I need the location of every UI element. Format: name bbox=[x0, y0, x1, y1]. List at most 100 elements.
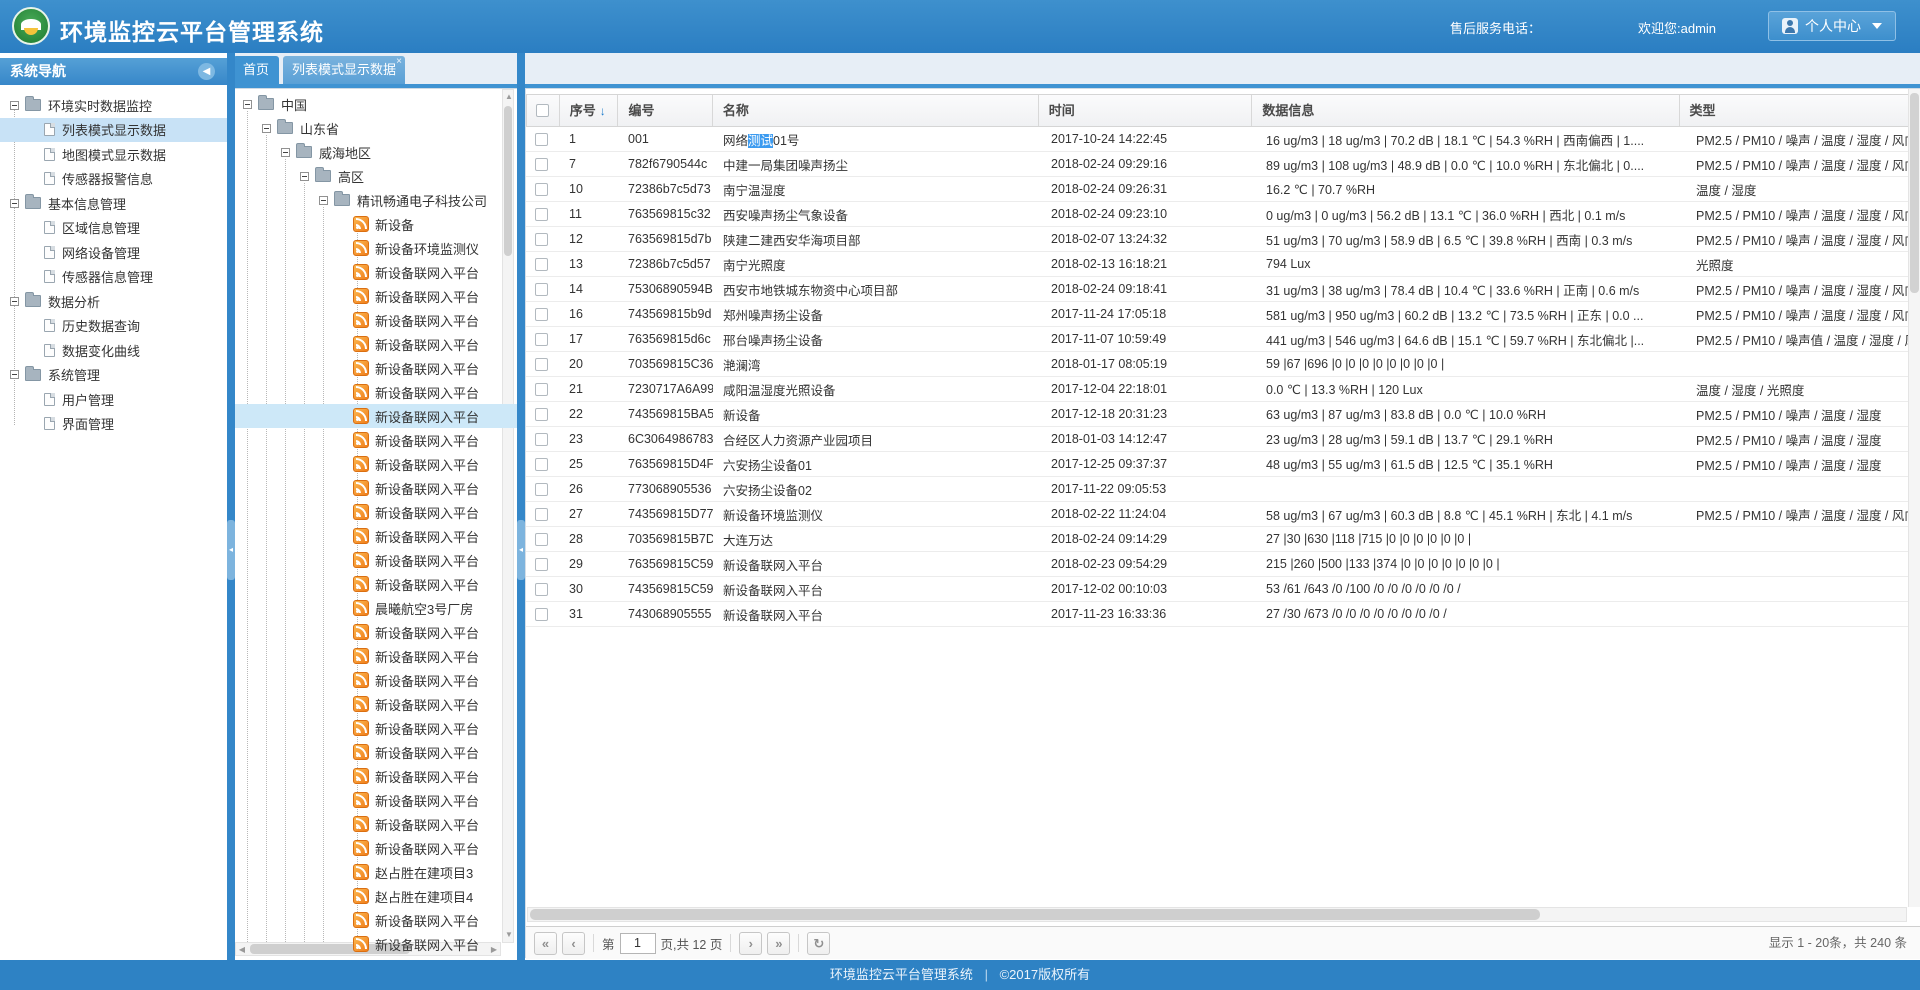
tree-device-item[interactable]: 赵占胜在建项目3 bbox=[235, 860, 517, 884]
sidebar-item-1-2[interactable]: 传感器信息管理 bbox=[0, 265, 227, 290]
select-all-checkbox[interactable] bbox=[536, 104, 549, 117]
page-number-input[interactable] bbox=[620, 933, 656, 954]
table-row[interactable]: 217230717A6A99咸阳温湿度光照设备2017-12-04 22:18:… bbox=[526, 377, 1914, 402]
row-checkbox[interactable] bbox=[535, 283, 548, 296]
sidebar-item-3-1[interactable]: 界面管理 bbox=[0, 412, 227, 437]
row-checkbox[interactable] bbox=[535, 133, 548, 146]
tree-device-item[interactable]: 新设备联网入平台 bbox=[235, 356, 517, 380]
sidebar-group-2[interactable]: 数据分析 bbox=[0, 289, 227, 314]
tree-device-item[interactable]: 新设备联网入平台 bbox=[235, 332, 517, 356]
tree-device-item[interactable]: 新设备联网入平台 bbox=[235, 836, 517, 860]
tree-node-威海地区[interactable]: 威海地区 bbox=[235, 140, 517, 164]
column-header-index[interactable]: 序号↓ bbox=[560, 95, 619, 126]
table-row[interactable]: 236C3064986783合经区人力资源产业园项目2018-01-03 14:… bbox=[526, 427, 1914, 452]
refresh-button[interactable]: ↻ bbox=[807, 932, 830, 955]
tree-device-item[interactable]: 新设备联网入平台 bbox=[235, 428, 517, 452]
row-checkbox[interactable] bbox=[535, 433, 548, 446]
sidebar-item-3-0[interactable]: 用户管理 bbox=[0, 387, 227, 412]
column-header-time[interactable]: 时间 bbox=[1039, 95, 1253, 126]
row-checkbox[interactable] bbox=[535, 258, 548, 271]
table-row[interactable]: 7782f6790544c中建一局集团噪声扬尘2018-02-24 09:29:… bbox=[526, 152, 1914, 177]
table-row[interactable]: 1072386b7c5d73南宁温湿度2018-02-24 09:26:3116… bbox=[526, 177, 1914, 202]
tree-device-item[interactable]: 新设备联网入平台 bbox=[235, 716, 517, 740]
expander-icon[interactable] bbox=[262, 124, 271, 133]
tree-device-item[interactable]: 新设备联网入平台 bbox=[235, 500, 517, 524]
last-page-button[interactable]: » bbox=[767, 932, 790, 955]
column-header-code[interactable]: 编号 bbox=[618, 95, 712, 126]
tree-device-item[interactable]: 晨曦航空3号厂房 bbox=[235, 596, 517, 620]
table-row[interactable]: 1372386b7c5d57南宁光照度2018-02-13 16:18:2179… bbox=[526, 252, 1914, 277]
tree-splitter[interactable]: ◂ bbox=[517, 53, 525, 960]
tree-device-item[interactable]: 新设备联网入平台 bbox=[235, 260, 517, 284]
tree-device-item[interactable]: 新设备联网入平台 bbox=[235, 476, 517, 500]
sidebar-item-0-2[interactable]: 传感器报警信息 bbox=[0, 167, 227, 192]
tree-device-item[interactable]: 新设备联网入平台 bbox=[235, 668, 517, 692]
first-page-button[interactable]: « bbox=[534, 932, 557, 955]
tree-device-item[interactable]: 新设备联网入平台 bbox=[235, 692, 517, 716]
close-icon[interactable]: × bbox=[396, 57, 402, 67]
expander-icon[interactable] bbox=[10, 199, 19, 208]
row-checkbox[interactable] bbox=[535, 608, 548, 621]
tree-device-item[interactable]: 新设备联网入平台 bbox=[235, 644, 517, 668]
expander-icon[interactable] bbox=[10, 101, 19, 110]
column-header-name[interactable]: 名称 bbox=[713, 95, 1039, 126]
expander-icon[interactable] bbox=[300, 172, 309, 181]
table-row[interactable]: 25763569815D4F六安扬尘设备012017-12-25 09:37:3… bbox=[526, 452, 1914, 477]
expander-icon[interactable] bbox=[243, 100, 252, 109]
row-checkbox[interactable] bbox=[535, 358, 548, 371]
sidebar-item-1-1[interactable]: 网络设备管理 bbox=[0, 240, 227, 265]
tree-device-item[interactable]: 新设备联网入平台 bbox=[235, 764, 517, 788]
sidebar-group-3[interactable]: 系统管理 bbox=[0, 363, 227, 388]
tree-device-item[interactable]: 新设备联网入平台 bbox=[235, 812, 517, 836]
profile-center-button[interactable]: 个人中心 bbox=[1768, 11, 1896, 41]
table-row[interactable]: 16743569815b9d郑州噪声扬尘设备2017-11-24 17:05:1… bbox=[526, 302, 1914, 327]
table-row[interactable]: 30743569815C59新设备联网入平台2017-12-02 00:10:0… bbox=[526, 577, 1914, 602]
table-row[interactable]: 26773068905536六安扬尘设备022017-11-22 09:05:5… bbox=[526, 477, 1914, 502]
expander-icon[interactable] bbox=[10, 370, 19, 379]
row-checkbox[interactable] bbox=[535, 483, 548, 496]
splitter-grip[interactable]: ◂ bbox=[517, 520, 525, 580]
tree-device-item[interactable]: 新设备联网入平台 bbox=[235, 404, 517, 428]
tree-device-item[interactable]: 新设备联网入平台 bbox=[235, 788, 517, 812]
expander-icon[interactable] bbox=[10, 297, 19, 306]
column-header-data[interactable]: 数据信息 bbox=[1252, 95, 1679, 126]
column-header-type[interactable]: 类型 bbox=[1680, 95, 1913, 126]
sidebar-splitter[interactable]: ◂ bbox=[227, 53, 235, 960]
row-checkbox[interactable] bbox=[535, 383, 548, 396]
sidebar-group-1[interactable]: 基本信息管理 bbox=[0, 191, 227, 216]
sidebar-item-2-1[interactable]: 数据变化曲线 bbox=[0, 338, 227, 363]
tree-device-item[interactable]: 新设备联网入平台 bbox=[235, 548, 517, 572]
sidebar-item-0-0[interactable]: 列表模式显示数据 bbox=[0, 118, 227, 143]
table-row[interactable]: 22743569815BA5新设备2017-12-18 20:31:2363 u… bbox=[526, 402, 1914, 427]
tab-home[interactable]: 首页 bbox=[233, 56, 279, 84]
tree-device-item[interactable]: 新设备联网入平台 bbox=[235, 284, 517, 308]
tree-node-中国[interactable]: 中国 bbox=[235, 92, 517, 116]
grid-horizontal-scrollbar[interactable] bbox=[527, 907, 1907, 922]
tree-device-item[interactable]: 赵占胜在建项目4 bbox=[235, 884, 517, 908]
sidebar-item-1-0[interactable]: 区域信息管理 bbox=[0, 216, 227, 241]
row-checkbox[interactable] bbox=[535, 558, 548, 571]
row-checkbox[interactable] bbox=[535, 458, 548, 471]
table-row[interactable]: 27743569815D77新设备环境监测仪2018-02-22 11:24:0… bbox=[526, 502, 1914, 527]
tree-device-item[interactable]: 新设备联网入平台 bbox=[235, 620, 517, 644]
expander-icon[interactable] bbox=[281, 148, 290, 157]
row-checkbox[interactable] bbox=[535, 183, 548, 196]
row-checkbox[interactable] bbox=[535, 233, 548, 246]
tree-device-item[interactable]: 新设备联网入平台 bbox=[235, 572, 517, 596]
splitter-grip[interactable]: ◂ bbox=[227, 520, 235, 580]
row-checkbox[interactable] bbox=[535, 408, 548, 421]
tree-device-item[interactable]: 新设备联网入平台 bbox=[235, 380, 517, 404]
tree-device-item[interactable]: 新设备联网入平台 bbox=[235, 908, 517, 932]
expander-icon[interactable] bbox=[319, 196, 328, 205]
tree-device-item[interactable]: 新设备联网入平台 bbox=[235, 932, 517, 956]
row-checkbox[interactable] bbox=[535, 508, 548, 521]
tree-device-item[interactable]: 新设备联网入平台 bbox=[235, 452, 517, 476]
row-checkbox[interactable] bbox=[535, 208, 548, 221]
row-checkbox[interactable] bbox=[535, 533, 548, 546]
table-row[interactable]: 11763569815c32西安噪声扬尘气象设备2018-02-24 09:23… bbox=[526, 202, 1914, 227]
row-checkbox[interactable] bbox=[535, 333, 548, 346]
scrollbar-thumb[interactable] bbox=[1910, 93, 1919, 293]
table-row[interactable]: 1001网络测试01号2017-10-24 14:22:4516 ug/m3 |… bbox=[526, 127, 1914, 152]
row-checkbox[interactable] bbox=[535, 583, 548, 596]
sidebar-item-0-1[interactable]: 地图模式显示数据 bbox=[0, 142, 227, 167]
